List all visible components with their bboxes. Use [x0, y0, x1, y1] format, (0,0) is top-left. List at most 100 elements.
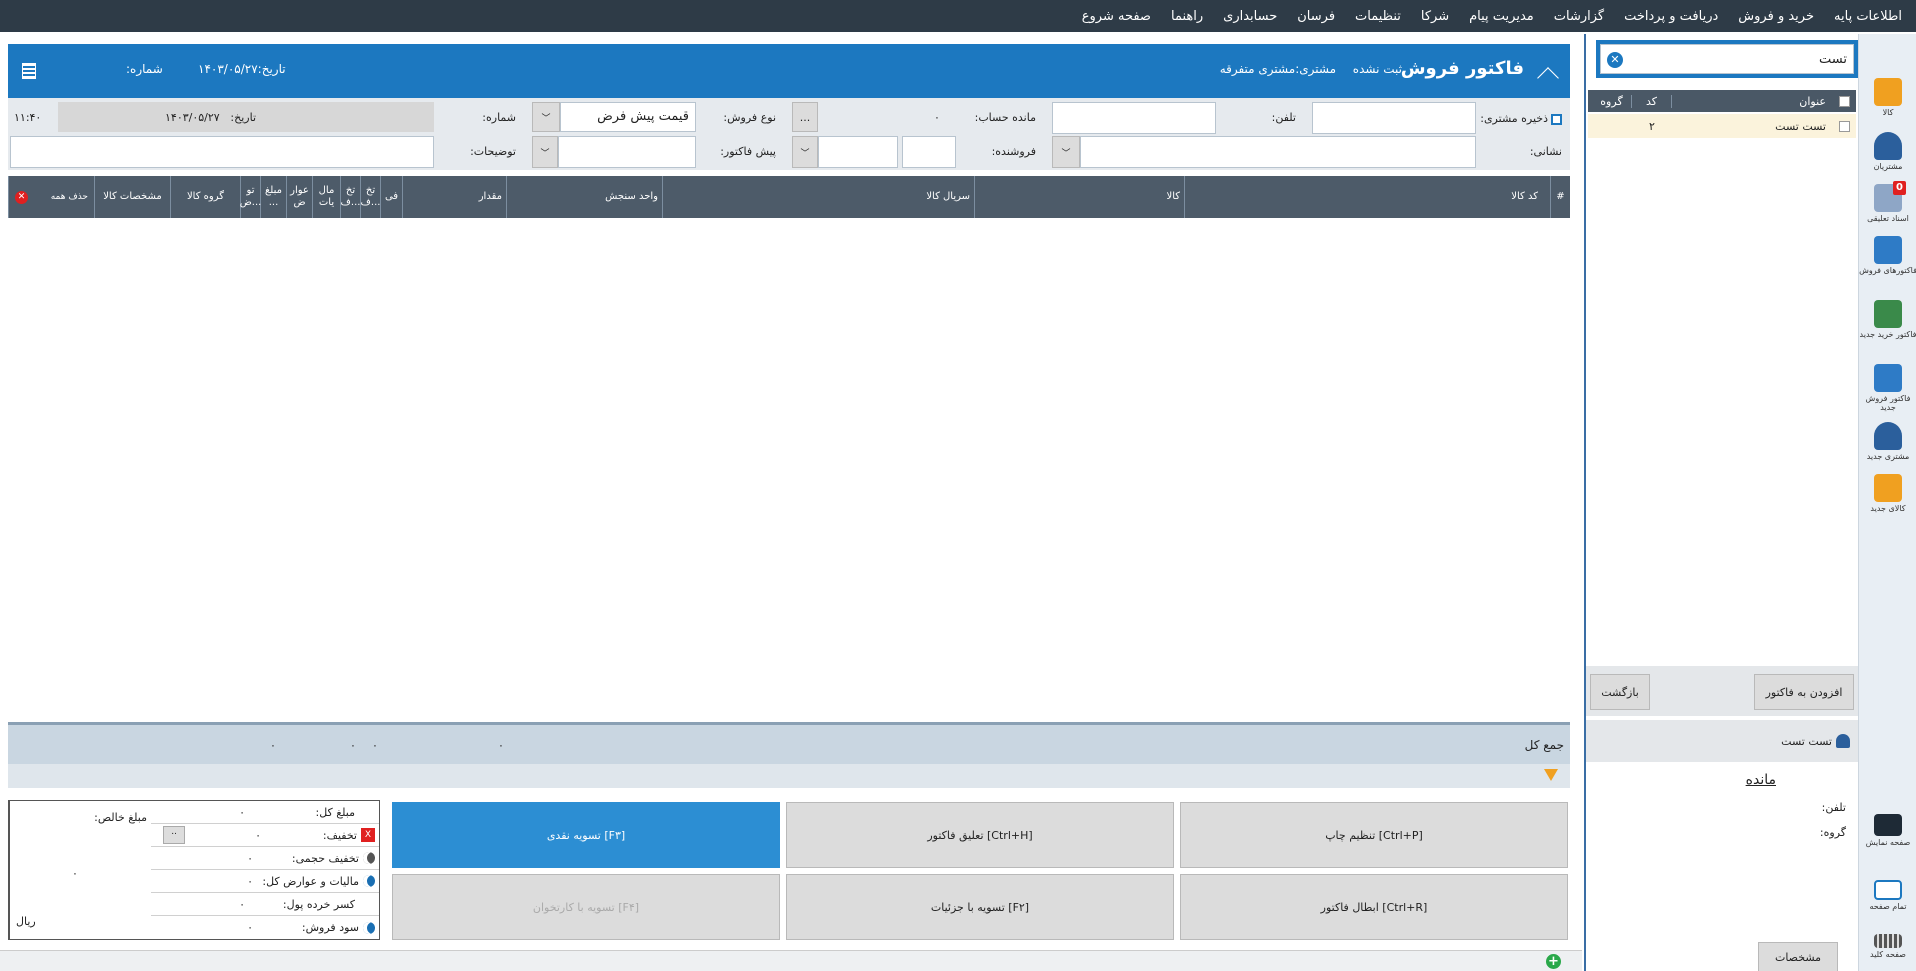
rail-products[interactable]: کالا [1859, 78, 1916, 117]
rail-label: اسناد تعلیقی [1867, 214, 1909, 223]
product-code: ۲ [1649, 119, 1655, 133]
invoice-date: تاریخ:۱۴۰۳/۰۵/۲۷ [198, 62, 286, 76]
seller-input[interactable] [818, 136, 898, 168]
rail-display[interactable]: صفحه نمایش [1859, 814, 1916, 847]
chevron-down-icon: ﹀ [800, 148, 810, 159]
card-settle-button[interactable]: تسویه با کارتخوان [F۴] [392, 874, 780, 940]
col-product-spec[interactable]: مشخصات کالا [94, 176, 170, 218]
select-all-checkbox[interactable] [1832, 95, 1856, 107]
toggle-icon[interactable] [363, 921, 375, 934]
menu-buy-sell[interactable]: خرید و فروش [1728, 9, 1824, 24]
total-value: ۰ [270, 739, 276, 752]
col-product-code[interactable]: کد کالا [1184, 176, 1550, 218]
calculator-icon[interactable] [22, 63, 36, 79]
col-row-number[interactable]: # [1550, 176, 1570, 218]
menu-help[interactable]: راهنما [1161, 9, 1213, 24]
toggle-icon[interactable] [363, 875, 375, 887]
col-tax[interactable]: مال یات [312, 176, 340, 218]
row-checkbox[interactable] [1832, 120, 1856, 132]
customer-group-label: گروه: [1819, 826, 1846, 839]
summary-volume-discount: تخفیف حجمی: ۰ [151, 847, 379, 870]
sales-invoices-icon [1874, 236, 1902, 264]
menu-partners[interactable]: شرکا [1411, 9, 1459, 24]
balance-title: مانده [1745, 772, 1776, 788]
menu-receive-pay[interactable]: دریافت و پرداخت [1614, 9, 1728, 24]
rail-new-purchase-invoice[interactable]: فاکتور خرید جدید [1859, 300, 1916, 339]
save-customer[interactable]: ذخیره مشتری: [1480, 112, 1562, 125]
print-settings-button[interactable]: تنظیم چاپ [Ctrl+P] [1180, 802, 1568, 868]
col-note[interactable]: تو ض... [240, 176, 261, 218]
rail-new-sales-invoice[interactable]: فاکتور فروش جدید [1859, 364, 1916, 412]
col-delete-all[interactable]: حذف همه ✕ [8, 176, 94, 218]
back-button[interactable]: بازگشت [1590, 674, 1650, 710]
menu-farsan[interactable]: فرسان [1287, 9, 1345, 24]
rail-sales-invoices[interactable]: فاکتورهای فروش [1859, 236, 1916, 275]
col-price[interactable]: فی [380, 176, 402, 218]
search-input[interactable]: تست ✕ [1600, 44, 1854, 74]
col-discount-1[interactable]: تخ ف... [360, 176, 380, 218]
menu-settings[interactable]: تنظیمات [1345, 9, 1411, 24]
suspend-invoice-button[interactable]: تعلیق فاکتور [Ctrl+H] [786, 802, 1174, 868]
rail-new-product[interactable]: کالای جدید [1859, 474, 1916, 513]
invoice-number-label: شماره: [126, 62, 163, 76]
menu-messages[interactable]: مدیریت پیام [1459, 9, 1544, 24]
sale-type-select[interactable]: قیمت پیش فرض [560, 102, 696, 132]
clear-discount-button[interactable]: X [361, 828, 375, 842]
net-amount-label: مبلغ خالص: [94, 811, 147, 824]
new-customer-icon [1874, 422, 1902, 450]
menu-base-info[interactable]: اطلاعات پایه [1824, 9, 1912, 24]
col-code[interactable]: کد [1632, 94, 1672, 108]
customer-name: تست تست [1781, 734, 1832, 748]
rail-label: فاکتور خرید جدید [1859, 330, 1916, 339]
collapse-chevron-icon[interactable] [1537, 67, 1559, 89]
rail-keyboard[interactable]: صفحه کلید [1859, 934, 1916, 959]
sale-type-dropdown[interactable]: ﹀ [532, 102, 560, 132]
time-value: ۱۱:۴۰ [14, 111, 42, 124]
rail-new-customer[interactable]: مشتری جدید [1859, 422, 1916, 461]
product-row[interactable]: تست تست ۲ [1588, 114, 1856, 138]
address-input[interactable] [1080, 136, 1476, 168]
col-group[interactable]: گروه [1592, 94, 1632, 108]
proforma-input[interactable] [558, 136, 696, 168]
add-icon[interactable]: + [1546, 954, 1561, 969]
col-serial[interactable]: سریال کالا [662, 176, 974, 218]
save-customer-checkbox[interactable] [1551, 113, 1562, 125]
col-title[interactable]: عنوان [1672, 95, 1832, 108]
col-quantity[interactable]: مقدار [402, 176, 506, 218]
discount-more-button[interactable]: .. [163, 826, 186, 844]
customer-input[interactable] [1312, 102, 1476, 134]
menu-start-page[interactable]: صفحه شروع [1072, 9, 1161, 24]
phone-input[interactable] [1052, 102, 1216, 134]
cash-settle-button[interactable]: تسویه نقدی [F۳] [392, 802, 780, 868]
col-discount-2[interactable]: تخ ف... [340, 176, 360, 218]
summary-value: ۰ [247, 851, 253, 865]
description-input[interactable] [10, 136, 434, 168]
rail-customers[interactable]: مشتریان [1859, 132, 1916, 171]
add-to-invoice-button[interactable]: افزودن به فاکتور [1754, 674, 1854, 710]
col-unit[interactable]: واحد سنجش [506, 176, 662, 218]
rail-label: فاکتورهای فروش [1859, 266, 1916, 275]
delete-all-label: حذف همه [50, 192, 88, 202]
delete-all-icon[interactable]: ✕ [15, 190, 28, 204]
rail-fullscreen[interactable]: تمام صفحه [1859, 880, 1916, 911]
phone-label: تلفن: [1271, 111, 1296, 124]
seller-code-input[interactable] [902, 136, 956, 168]
cancel-invoice-button[interactable]: ابطال فاکتور [Ctrl+R] [1180, 874, 1568, 940]
col-amount[interactable]: مبلغ ... [260, 176, 286, 218]
proforma-dropdown[interactable]: ﹀ [532, 136, 558, 168]
col-product-group[interactable]: گروه کالا [170, 176, 240, 218]
rail-suspended-docs[interactable]: 0 اسناد تعلیقی [1859, 181, 1916, 223]
detailed-settle-button[interactable]: تسویه با جزئیات [F۲] [786, 874, 1174, 940]
seller-dropdown[interactable]: ﹀ [792, 136, 818, 168]
menu-reports[interactable]: گزارشات [1544, 9, 1614, 24]
balance-more-button[interactable]: ... [792, 102, 818, 132]
toggle-icon[interactable] [363, 852, 375, 864]
menu-accounting[interactable]: حسابداری [1213, 9, 1287, 24]
address-dropdown[interactable]: ﹀ [1052, 136, 1080, 168]
filter-bar [8, 764, 1570, 788]
clear-search-icon[interactable]: ✕ [1607, 52, 1623, 68]
filter-icon[interactable] [1544, 769, 1558, 781]
details-button[interactable]: مشخصات [1758, 942, 1838, 971]
col-duty[interactable]: عوار ض [286, 176, 312, 218]
col-product[interactable]: کالا [974, 176, 1184, 218]
